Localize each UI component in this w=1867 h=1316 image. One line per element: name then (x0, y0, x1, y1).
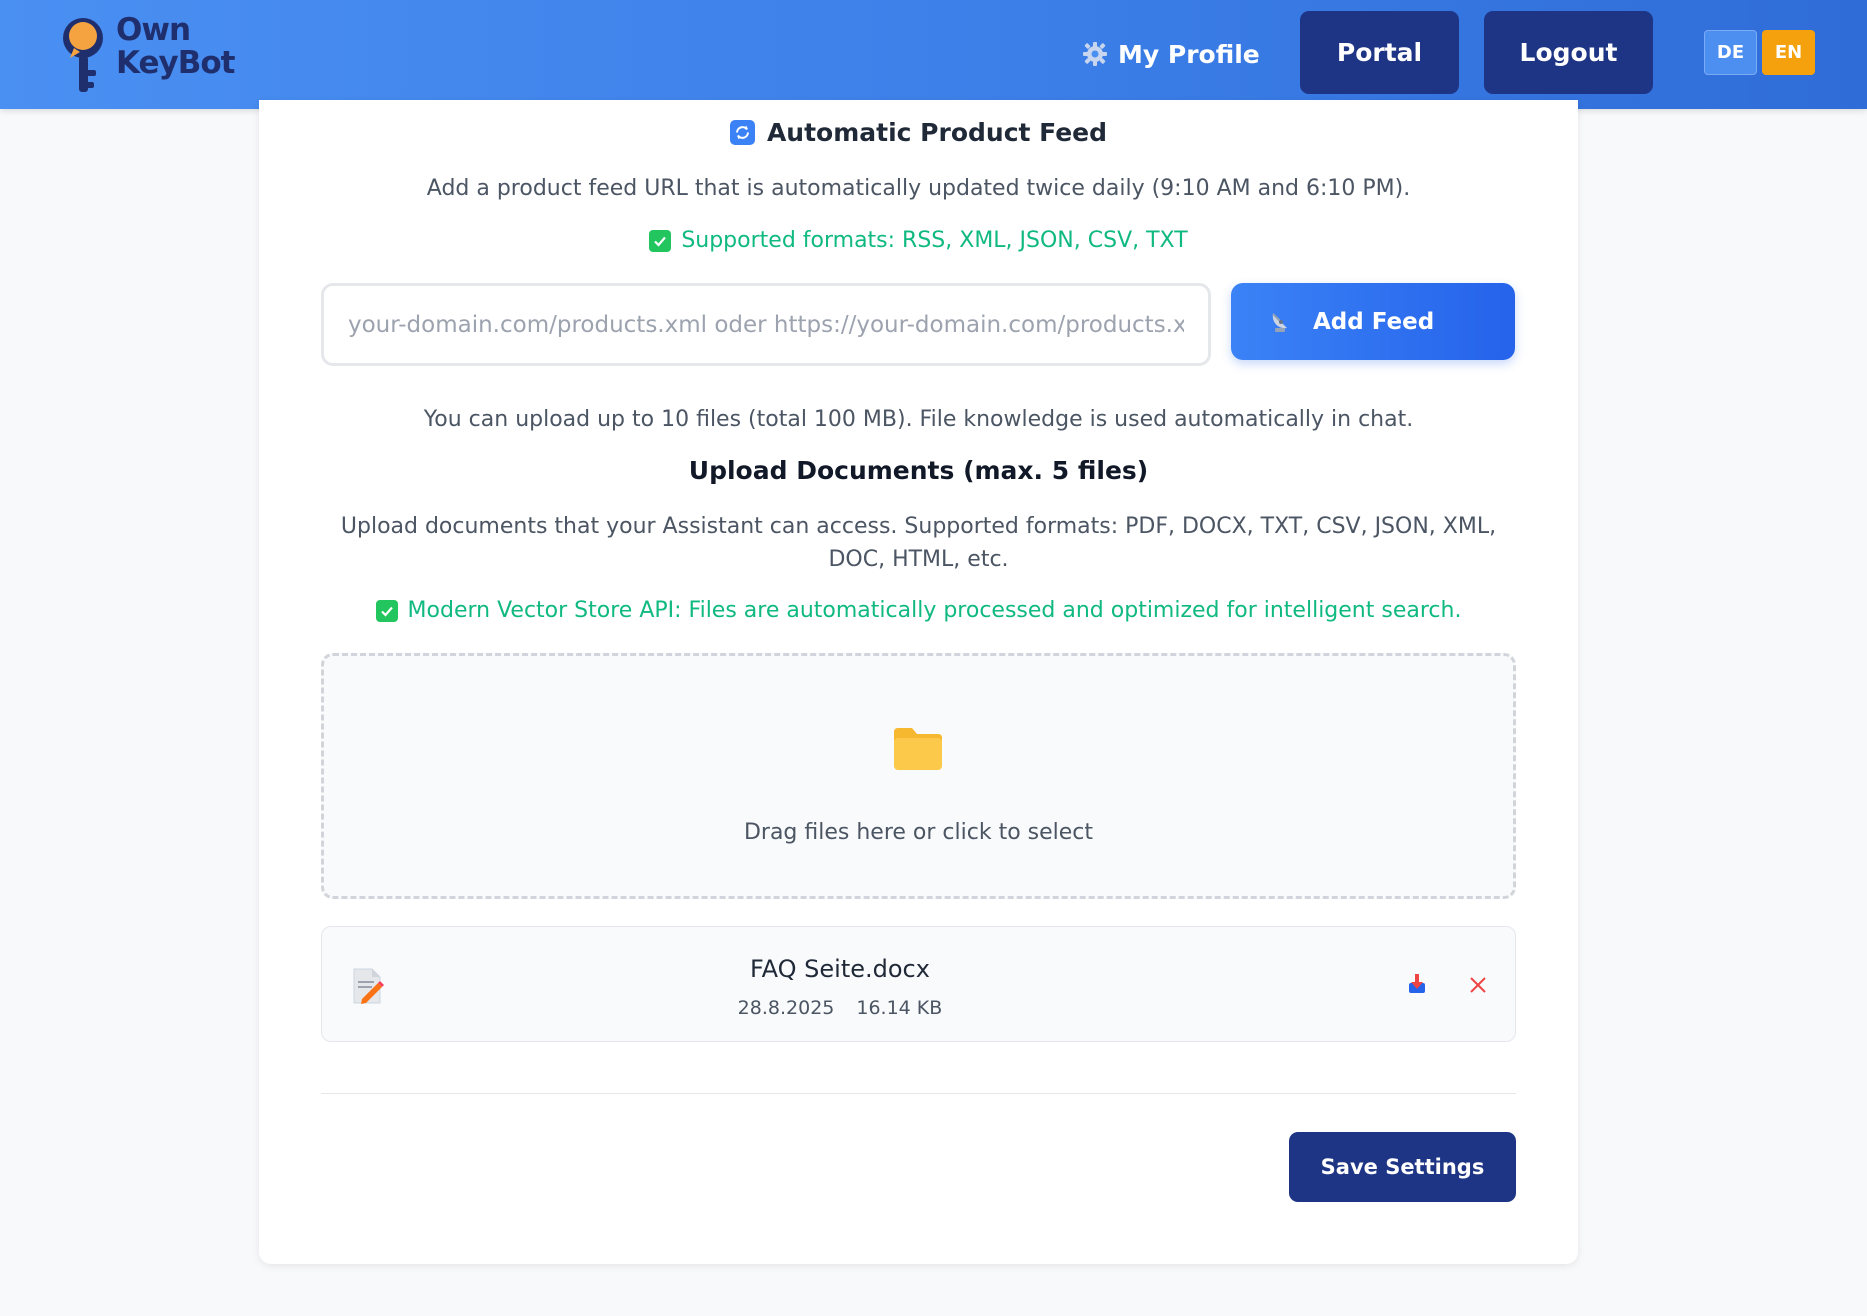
key-logo-icon (63, 18, 103, 92)
file-name: FAQ Seite.docx (750, 955, 930, 983)
satellite-dish-icon (1272, 312, 1287, 332)
dropzone-text: Drag files here or click to select (743, 820, 1094, 845)
check-icon (375, 599, 398, 622)
product-feed-heading: Automatic Product Feed (259, 118, 1578, 147)
file-date: 28.8.2025 (737, 997, 835, 1019)
check-icon (649, 229, 672, 252)
uploaded-file-row: FAQ Seite.docx 28.8.2025 16.14 KB (321, 926, 1516, 1042)
file-size: 16.14 KB (856, 997, 943, 1019)
save-settings-button[interactable]: Save Settings (1289, 1132, 1516, 1202)
vector-store-note: Modern Vector Store API: Files are autom… (259, 598, 1578, 623)
logo-text-line2: KeyBot (116, 45, 235, 81)
language-de-button[interactable]: DE (1704, 30, 1757, 75)
refresh-icon (729, 120, 755, 145)
upload-documents-description: Upload documents that your Assistant can… (340, 514, 1497, 572)
logo-text: Own KeyBot (116, 12, 235, 81)
language-en-button[interactable]: EN (1762, 30, 1815, 75)
portal-button[interactable]: Portal (1300, 11, 1459, 94)
upload-limit-note: You can upload up to 10 files (total 100… (423, 407, 1414, 432)
upload-documents-heading: Upload Documents (max. 5 files) (688, 456, 1149, 485)
section-divider (321, 1093, 1516, 1094)
product-feed-description: Add a product feed URL that is automatic… (426, 176, 1411, 201)
settings-card: Automatic Product Feed Add a product fee… (259, 100, 1578, 1264)
my-profile-label: My Profile (1118, 39, 1260, 69)
folder-icon (894, 728, 942, 770)
product-feed-title: Automatic Product Feed (766, 118, 1108, 147)
logout-button[interactable]: Logout (1484, 11, 1653, 94)
file-dropzone[interactable]: Drag files here or click to select (321, 653, 1516, 899)
vector-store-text: Modern Vector Store API: Files are autom… (407, 598, 1462, 623)
ownkeybot-logo[interactable]: Own KeyBot (56, 12, 246, 94)
my-profile-link[interactable]: My Profile (1082, 28, 1260, 80)
download-icon[interactable] (1407, 973, 1427, 995)
supported-formats-note: Supported formats: RSS, XML, JSON, CSV, … (259, 228, 1578, 253)
remove-file-icon[interactable] (1469, 976, 1487, 994)
logo-text-line1: Own (116, 12, 191, 48)
top-navbar: Own KeyBot My Profile Portal Logout DE E… (0, 0, 1867, 109)
add-feed-button[interactable]: Add Feed (1231, 283, 1515, 360)
supported-formats-text: Supported formats: RSS, XML, JSON, CSV, … (681, 228, 1188, 253)
add-feed-label: Add Feed (1313, 308, 1435, 335)
feed-url-input[interactable] (321, 283, 1211, 366)
gear-icon (1083, 42, 1107, 66)
file-meta: 28.8.2025 16.14 KB (322, 997, 1358, 1019)
